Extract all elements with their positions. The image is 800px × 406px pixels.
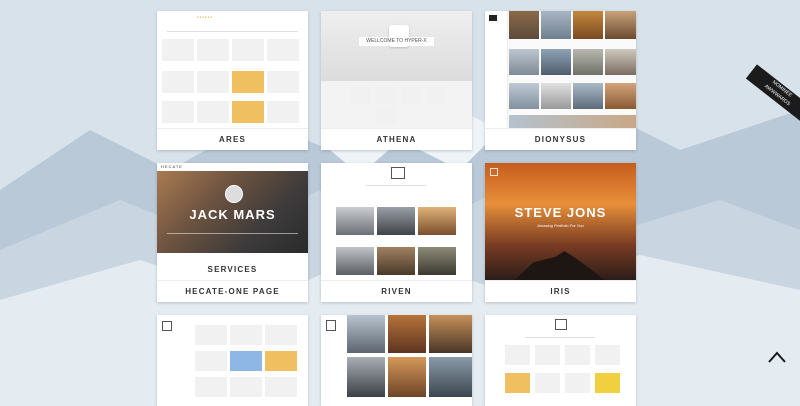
- card-title: HECATE-ONE PAGE: [185, 287, 280, 296]
- hero-subtitle: Amazing Portfolio For You: [537, 223, 584, 228]
- hero-text: WELLCOME TO HYPER-X: [359, 37, 434, 46]
- template-card-hecate[interactable]: HECATE JACK MARS SERVICES HECATE-ONE PAG…: [157, 163, 308, 302]
- card-thumbnail: [485, 315, 636, 406]
- template-card-iris[interactable]: STEVE JONS Amazing Portfolio For You IRI…: [485, 163, 636, 302]
- section-title: SERVICES: [207, 265, 258, 274]
- hero-text: JACK MARS: [189, 207, 276, 222]
- card-thumbnail: HECATE JACK MARS SERVICES: [157, 163, 308, 280]
- template-card-athena[interactable]: WELLCOME TO HYPER-X ATHENA: [321, 11, 472, 150]
- template-card-row3-2[interactable]: [321, 315, 472, 406]
- scroll-up-icon[interactable]: [768, 350, 786, 364]
- card-title: RIVEN: [381, 287, 412, 296]
- hero-text: STEVE JONS: [514, 205, 607, 220]
- card-title: ARES: [218, 135, 247, 144]
- card-title: ATHENA: [376, 135, 417, 144]
- card-thumbnail: [321, 163, 472, 280]
- card-title: IRIS: [550, 287, 571, 296]
- template-card-riven[interactable]: RIVEN: [321, 163, 472, 302]
- template-card-row3-3[interactable]: [485, 315, 636, 406]
- card-thumbnail: [485, 11, 636, 128]
- template-card-dionysus[interactable]: DIONYSUS: [485, 11, 636, 150]
- brand-logo: HECATE: [161, 164, 183, 169]
- card-thumbnail: STEVE JONS Amazing Portfolio For You: [485, 163, 636, 280]
- card-thumbnail: ● ● ● ● ● ●: [157, 11, 308, 128]
- card-thumbnail: WELLCOME TO HYPER-X: [321, 11, 472, 128]
- template-card-row3-1[interactable]: [157, 315, 308, 406]
- card-thumbnail: [157, 315, 308, 406]
- card-title: DIONYSUS: [534, 135, 587, 144]
- card-thumbnail: [321, 315, 472, 406]
- template-card-ares[interactable]: ● ● ● ● ● ● ARES: [157, 11, 308, 150]
